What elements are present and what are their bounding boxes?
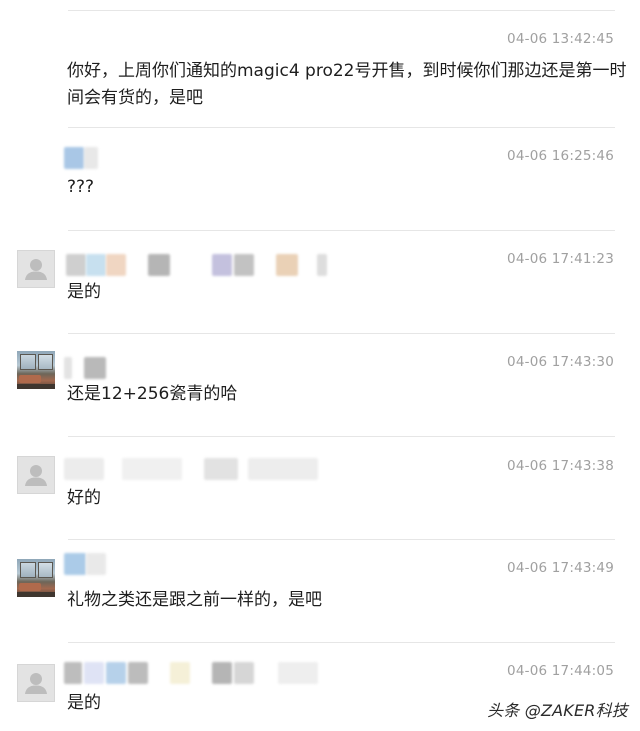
comment-timestamp: 04-06 16:25:46 xyxy=(507,148,614,164)
avatar[interactable] xyxy=(17,456,55,494)
comment-divider xyxy=(68,230,615,231)
avatar[interactable] xyxy=(17,559,55,597)
comment-text: ??? xyxy=(67,177,95,197)
blurred-username xyxy=(62,147,342,169)
comment-timestamp: 04-06 17:43:38 xyxy=(507,458,614,474)
comment-item: 04-06 17:43:49 礼物之类还是跟之前一样的，是吧 xyxy=(0,539,640,643)
comment-timestamp: 04-06 17:43:30 xyxy=(507,354,614,370)
avatar[interactable] xyxy=(17,250,55,288)
comment-divider xyxy=(68,127,615,128)
default-user-icon xyxy=(25,673,47,694)
source-watermark: 头条 @ZAKER科技 xyxy=(487,701,628,720)
comment-divider xyxy=(68,333,615,334)
comment-text: 是的 xyxy=(67,282,101,302)
comment-item: 04-06 16:25:46 ??? xyxy=(0,127,640,231)
comment-divider xyxy=(68,436,615,437)
blurred-username xyxy=(62,553,342,575)
avatar[interactable] xyxy=(17,351,55,389)
blurred-username xyxy=(62,254,342,276)
blurred-username xyxy=(62,662,342,684)
comment-text: 你好，上周你们通知的magic4 pro22号开售，到时候你们那边还是第一时间会… xyxy=(67,61,627,108)
comment-divider xyxy=(68,642,615,643)
default-user-icon xyxy=(25,465,47,486)
blurred-username xyxy=(62,357,342,379)
comment-item: 04-06 13:42:45 你好，上周你们通知的magic4 pro22号开售… xyxy=(0,0,640,128)
avatar[interactable] xyxy=(17,664,55,702)
blurred-username xyxy=(62,458,342,480)
comment-text: 礼物之类还是跟之前一样的，是吧 xyxy=(67,590,322,610)
comment-timestamp: 04-06 13:42:45 xyxy=(507,31,614,47)
comment-item: 04-06 17:43:38 好的 xyxy=(0,436,640,540)
comment-timestamp: 04-06 17:41:23 xyxy=(507,251,614,267)
comment-item: 04-06 17:41:23 是的 xyxy=(0,230,640,334)
comment-timestamp: 04-06 17:43:49 xyxy=(507,560,614,576)
comment-text: 还是12+256瓷青的哈 xyxy=(67,384,238,404)
comment-text: 好的 xyxy=(67,488,101,508)
comment-divider xyxy=(68,539,615,540)
comment-timestamp: 04-06 17:44:05 xyxy=(507,663,614,679)
comment-item: 04-06 17:43:30 还是12+256瓷青的哈 xyxy=(0,333,640,437)
comment-divider xyxy=(68,10,615,11)
default-user-icon xyxy=(25,259,47,280)
